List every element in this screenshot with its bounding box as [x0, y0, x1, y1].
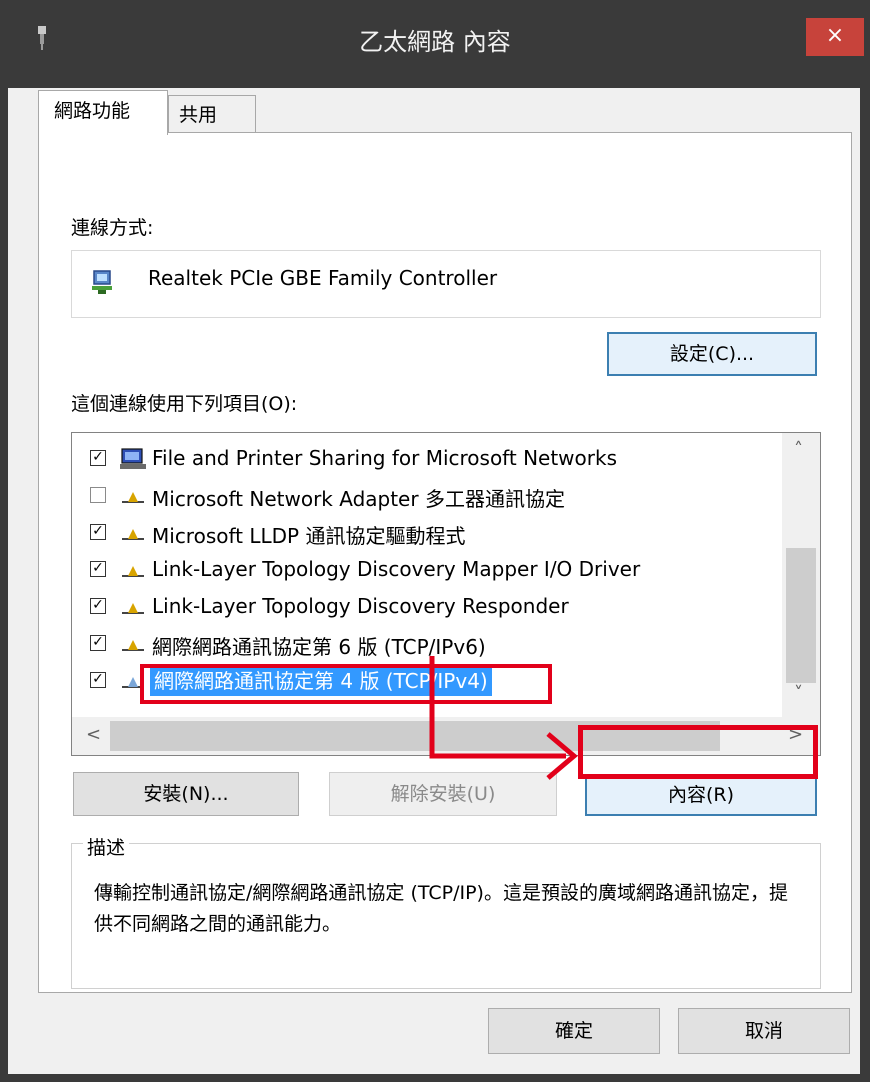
uninstall-button[interactable]: 解除安裝(U) [329, 772, 557, 816]
item-checkbox[interactable]: ✓ [90, 635, 106, 651]
dialog-window: 乙太網路 內容 × 網路功能 共用 連線方式: Realtek PCIe GBE… [0, 0, 870, 1082]
item-checkbox[interactable]: ✓ [90, 561, 106, 577]
dialog-body: 網路功能 共用 連線方式: Realtek PCIe GBE Family Co… [8, 88, 860, 1074]
description-title: 描述 [83, 833, 130, 860]
item-label: Link-Layer Topology Discovery Responder [152, 594, 569, 618]
cancel-button[interactable]: 取消 [678, 1008, 850, 1054]
configure-button[interactable]: 設定(C)... [607, 332, 817, 376]
item-checkbox[interactable]: ✓ [90, 450, 106, 466]
item-checkbox[interactable]: ✓ [90, 672, 106, 688]
close-button[interactable]: × [806, 18, 864, 56]
tab-panel: 連線方式: Realtek PCIe GBE Family Controller… [38, 132, 852, 993]
description-group: 傳輸控制通訊協定/網際網路通訊協定 (TCP/IP)。這是預設的廣域網路通訊協定… [71, 843, 821, 989]
protocol-icon [122, 529, 144, 540]
close-icon: × [825, 23, 845, 48]
tab-networking[interactable]: 網路功能 [38, 90, 168, 135]
list-item[interactable]: ✓ File and Printer Sharing for Microsoft… [72, 441, 782, 478]
item-label: Microsoft LLDP 通訊協定驅動程式 [152, 524, 466, 548]
list-item[interactable]: ✓ Microsoft LLDP 通訊協定驅動程式 [72, 515, 782, 552]
item-label: Link-Layer Topology Discovery Mapper I/O… [152, 557, 641, 581]
item-label: File and Printer Sharing for Microsoft N… [152, 446, 617, 470]
list-item[interactable]: ✓ Link-Layer Topology Discovery Mapper I… [72, 552, 782, 589]
adapter-name: Realtek PCIe GBE Family Controller [148, 266, 498, 290]
description-text: 傳輸控制通訊協定/網際網路通訊協定 (TCP/IP)。這是預設的廣域網路通訊協定… [94, 882, 788, 935]
protocol-icon [122, 566, 144, 577]
item-checkbox[interactable]: ✓ [90, 524, 106, 540]
items-label: 這個連線使用下列項目(O): [71, 393, 298, 415]
properties-button[interactable]: 內容(R) [585, 774, 817, 816]
protocol-icon [122, 640, 144, 651]
printer-computer-icon [120, 448, 146, 469]
item-checkbox[interactable] [90, 487, 106, 503]
title-bar[interactable]: 乙太網路 內容 × [0, 0, 870, 88]
selection-highlight-box [140, 664, 552, 704]
window-title: 乙太網路 內容 [359, 28, 511, 56]
protocol-icon [122, 492, 144, 503]
list-item[interactable]: ✓ 網際網路通訊協定第 6 版 (TCP/IPv6) [72, 626, 782, 663]
vertical-scrollbar[interactable]: ˄ ˅ [782, 433, 820, 717]
protocol-icon [122, 603, 144, 614]
list-item[interactable]: ✓ Link-Layer Topology Discovery Responde… [72, 589, 782, 626]
item-checkbox[interactable]: ✓ [90, 598, 106, 614]
install-button[interactable]: 安裝(N)... [73, 772, 299, 816]
connect-using-label: 連線方式: [71, 217, 154, 239]
components-list[interactable]: ✓ File and Printer Sharing for Microsoft… [71, 432, 821, 756]
properties-highlight-box [578, 725, 818, 779]
item-label: 網際網路通訊協定第 6 版 (TCP/IPv6) [152, 635, 486, 659]
vertical-scroll-thumb[interactable] [786, 548, 816, 683]
network-adapter-icon [92, 270, 112, 294]
item-label: Microsoft Network Adapter 多工器通訊協定 [152, 487, 565, 511]
scroll-up-icon[interactable]: ˄ [794, 439, 803, 460]
tab-sharing[interactable]: 共用 [168, 95, 256, 134]
scroll-left-icon[interactable]: < [86, 724, 101, 745]
adapter-box: Realtek PCIe GBE Family Controller [71, 250, 821, 318]
list-item[interactable]: Microsoft Network Adapter 多工器通訊協定 [72, 478, 782, 515]
ok-button[interactable]: 確定 [488, 1008, 660, 1054]
scroll-down-icon[interactable]: ˅ [794, 683, 803, 704]
